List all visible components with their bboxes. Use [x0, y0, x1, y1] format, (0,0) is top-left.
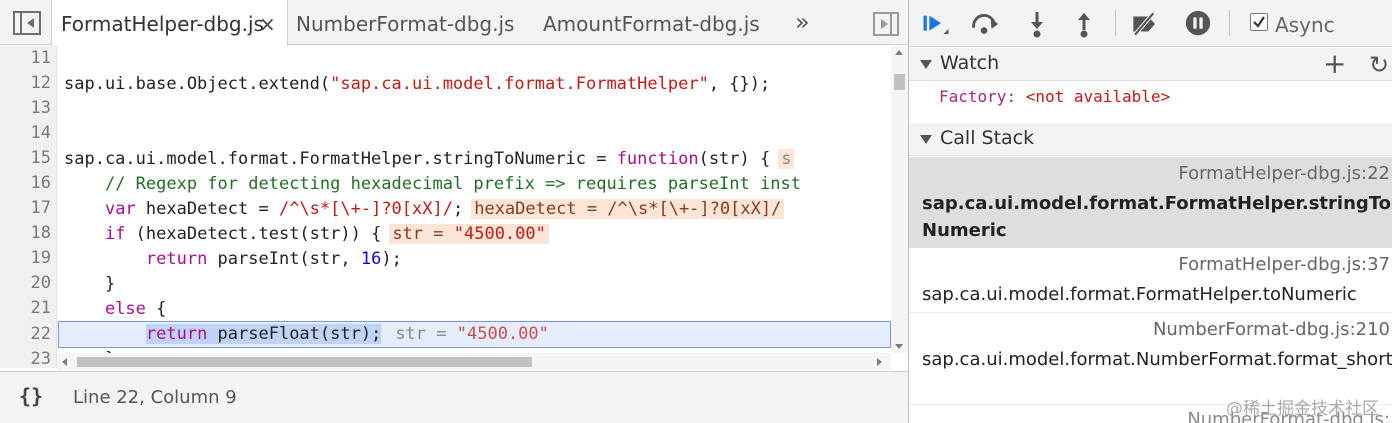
debugger-toolbar: Async: [909, 0, 1392, 47]
line-number[interactable]: 22: [1, 322, 51, 347]
call-frame[interactable]: NumberFormat-dbg.js:210 sap.ca.ui.model.…: [909, 312, 1392, 404]
step-out-icon[interactable]: [1069, 10, 1099, 38]
vertical-scrollbar[interactable]: [891, 46, 908, 353]
code-line-18: if (hexaDetect.test(str)) {str = "4500.0…: [64, 222, 549, 247]
code-editor[interactable]: sap.ui.base.Object.extend("sap.ca.ui.mod…: [57, 46, 891, 353]
more-tabs-icon[interactable]: »: [795, 8, 810, 36]
toggle-navigator-icon[interactable]: [13, 11, 41, 35]
tab-label: AmountFormat-dbg.js: [543, 12, 760, 36]
line-number[interactable]: 21: [1, 296, 51, 321]
cursor-position: Line 22, Column 9: [73, 387, 237, 408]
watch-list: Factory: <not available>: [909, 82, 1392, 122]
watch-title: Watch: [940, 52, 1000, 74]
line-number[interactable]: 16: [1, 171, 51, 196]
line-number-gutter[interactable]: 11 12 13 14 15 16 17 18 19 20 21 22 23: [0, 46, 57, 368]
step-into-icon[interactable]: [1022, 10, 1052, 38]
watermark: @稀土掘金技术社区: [1226, 399, 1379, 419]
call-frame-selected[interactable]: FormatHelper-dbg.js:22 sap.ca.ui.model.f…: [909, 157, 1392, 248]
inline-value: str = "4500.00": [389, 224, 549, 244]
watch-expression[interactable]: Factory: <not available>: [939, 87, 1170, 106]
inline-value: s: [778, 149, 795, 169]
frame-location: FormatHelper-dbg.js:22: [1178, 163, 1390, 184]
line-number[interactable]: 13: [1, 96, 51, 121]
toolbar-separator: [1229, 10, 1230, 36]
pause-on-exceptions-icon[interactable]: [1183, 10, 1213, 38]
debugger-sidebar: Async Watch + ↻ Factory: <not available>…: [909, 0, 1392, 423]
frame-function: sap.ca.ui.model.format.NumberFormat.form…: [922, 349, 1392, 370]
call-frame[interactable]: FormatHelper-dbg.js:37 sap.ca.ui.model.f…: [909, 248, 1392, 312]
resume-icon[interactable]: [921, 10, 951, 38]
code-line-19: return parseInt(str, 16);: [145, 249, 402, 269]
close-icon[interactable]: ×: [259, 0, 276, 48]
editor-pane: FormatHelper-dbg.js × NumberFormat-dbg.j…: [0, 0, 908, 423]
toolbar-separator: [1115, 10, 1116, 36]
toggle-debugger-icon[interactable]: [873, 12, 899, 36]
tab-label: FormatHelper-dbg.js: [61, 12, 264, 36]
code-line-12: sap.ui.base.Object.extend("sap.ca.ui.mod…: [64, 74, 771, 94]
line-number[interactable]: 17: [1, 196, 51, 221]
refresh-watch-icon[interactable]: ↻: [1369, 50, 1389, 80]
tab-amountformat[interactable]: AmountFormat-dbg.js: [543, 0, 760, 45]
add-watch-icon[interactable]: +: [1323, 48, 1346, 80]
code-line-15: sap.ca.ui.model.format.FormatHelper.stri…: [64, 147, 795, 172]
line-number[interactable]: 19: [1, 246, 51, 271]
line-number[interactable]: 20: [1, 271, 51, 296]
line-number[interactable]: 12: [1, 71, 51, 96]
line-number[interactable]: 23: [1, 347, 51, 368]
editor-tab-bar: FormatHelper-dbg.js × NumberFormat-dbg.j…: [0, 0, 908, 46]
frame-function: sap.ca.ui.model.format.FormatHelper.toNu…: [922, 284, 1357, 305]
frame-location: FormatHelper-dbg.js:37: [1178, 254, 1390, 275]
pretty-print-button[interactable]: {}: [19, 384, 43, 408]
tab-formathelper[interactable]: FormatHelper-dbg.js ×: [51, 0, 288, 46]
code-line-20: }: [104, 274, 116, 294]
code-line-17: var hexaDetect = /^\s*[\+-]?0[xX]/; hexaD…: [64, 197, 785, 222]
code-line-22: return parseFloat(str); str = "4500.00": [145, 324, 549, 344]
step-over-icon[interactable]: [970, 10, 1000, 38]
async-checkbox[interactable]: [1250, 13, 1268, 31]
tab-label: NumberFormat-dbg.js: [296, 12, 515, 36]
code-line-16: // Regexp for detecting hexadecimal pref…: [104, 174, 801, 194]
line-number[interactable]: 11: [1, 46, 51, 71]
editor-status-bar: {} Line 22, Column 9: [0, 371, 908, 423]
horizontal-scrollbar[interactable]: [57, 353, 891, 370]
call-stack-title: Call Stack: [940, 127, 1035, 149]
deactivate-breakpoints-icon[interactable]: [1130, 10, 1160, 38]
frame-location: NumberFormat-dbg.js:210: [1152, 319, 1390, 340]
line-number[interactable]: 15: [1, 146, 51, 171]
async-label[interactable]: Async: [1275, 13, 1335, 37]
checkmark-icon: [1253, 16, 1265, 28]
watch-section-header[interactable]: Watch + ↻: [909, 48, 1392, 81]
code-line-21: else {: [104, 299, 167, 319]
expand-triangle-icon[interactable]: [920, 60, 932, 69]
tab-numberformat[interactable]: NumberFormat-dbg.js: [296, 0, 514, 45]
frame-function: sap.ca.ui.model.format.FormatHelper.stri…: [922, 193, 1392, 241]
line-number[interactable]: 14: [1, 121, 51, 146]
inline-value: hexaDetect = /^\s*[\+-]?0[xX]/: [471, 199, 785, 219]
line-number[interactable]: 18: [1, 221, 51, 246]
call-stack-section-header[interactable]: Call Stack: [909, 123, 1392, 156]
expand-triangle-icon[interactable]: [920, 135, 932, 144]
